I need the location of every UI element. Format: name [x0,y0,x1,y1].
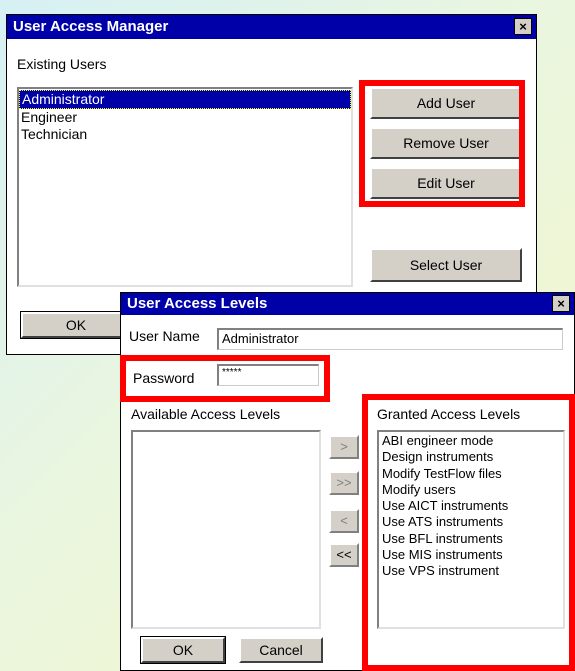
uam-close-button[interactable]: × [514,18,532,35]
select-user-button[interactable]: Select User [370,248,522,282]
uam-title: User Access Manager [13,18,169,35]
ual-title: User Access Levels [127,295,268,312]
user-item-administrator[interactable]: Administrator [19,90,351,109]
ual-close-button[interactable]: × [552,295,570,312]
highlight-granted-levels [362,394,575,671]
user-item-technician[interactable]: Technician [19,126,351,143]
add-all-levels-button[interactable]: >> [329,471,359,495]
uam-ok-button[interactable]: OK [20,311,132,339]
uam-title-bar: User Access Manager × [7,15,536,39]
existing-users-list[interactable]: Administrator Engineer Technician [17,87,353,287]
user-name-field[interactable]: Administrator [217,328,563,350]
available-levels-list[interactable] [131,430,321,629]
existing-users-label: Existing Users [17,56,107,72]
highlight-user-buttons [359,80,525,207]
remove-level-button[interactable]: < [329,509,359,533]
highlight-password [120,355,330,402]
add-level-button[interactable]: > [329,435,359,459]
ual-title-bar: User Access Levels × [121,293,574,315]
ual-cancel-button[interactable]: Cancel [239,637,323,663]
ual-ok-button[interactable]: OK [140,636,226,664]
user-name-label: User Name [129,328,200,344]
user-item-engineer[interactable]: Engineer [19,109,351,126]
available-levels-label: Available Access Levels [131,406,281,422]
remove-all-levels-button[interactable]: << [329,543,359,567]
